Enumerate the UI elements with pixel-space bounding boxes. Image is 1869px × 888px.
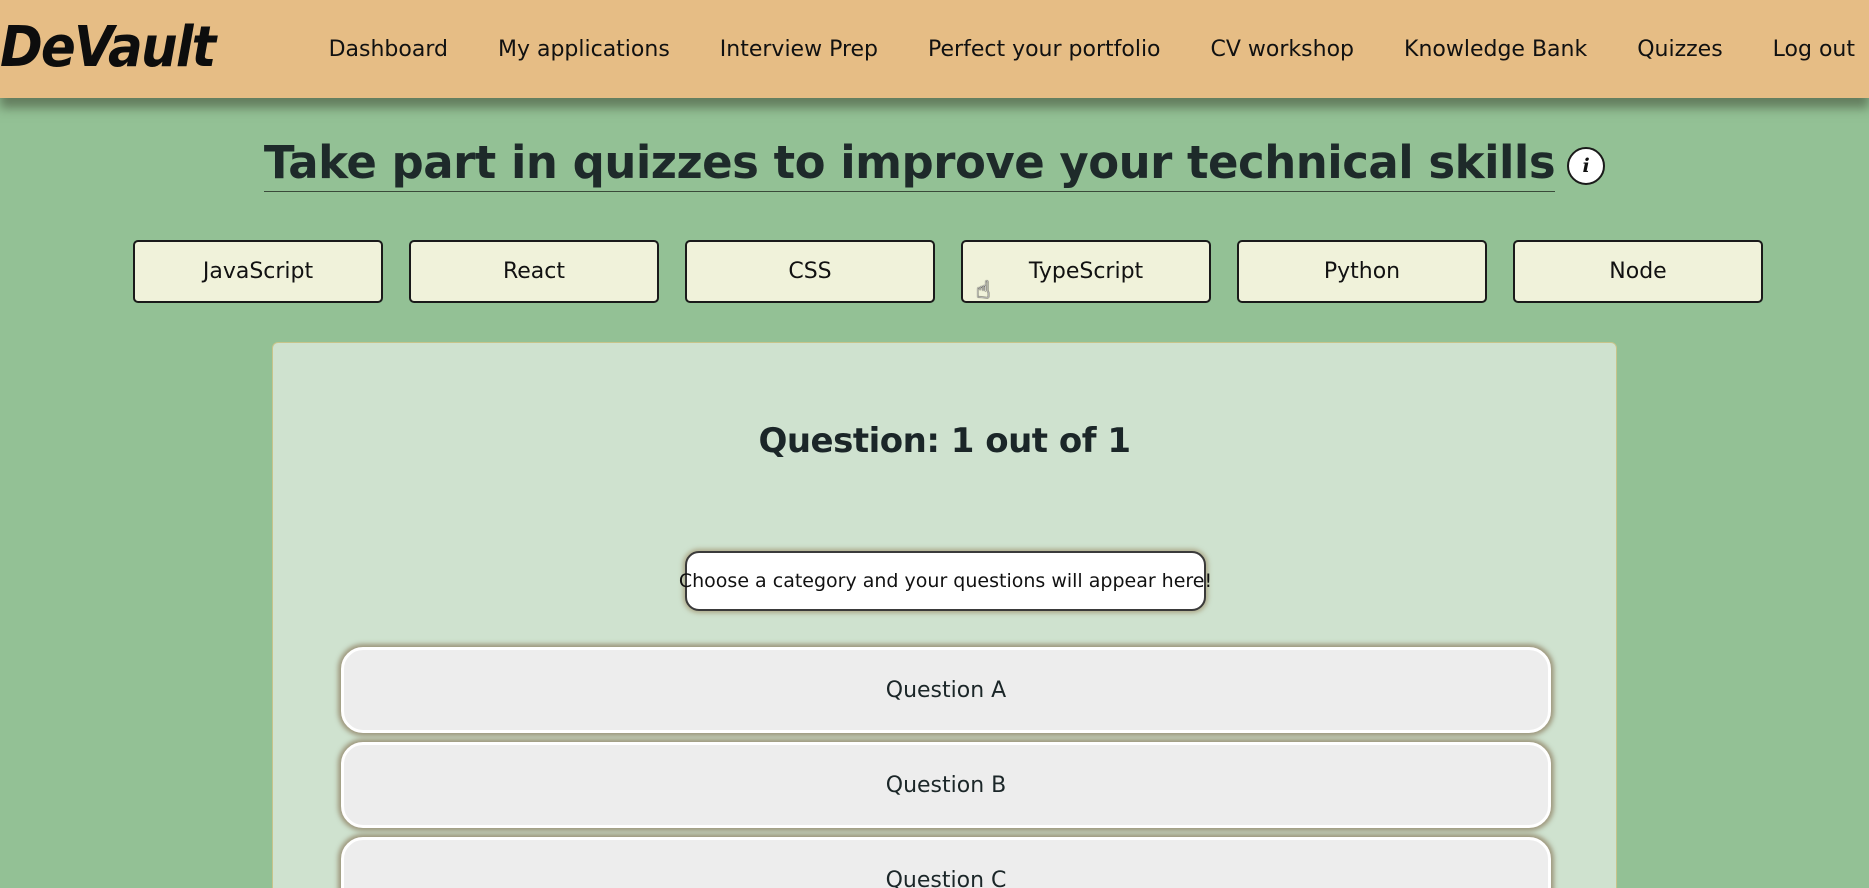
- nav-dashboard[interactable]: Dashboard: [329, 37, 448, 62]
- nav-perfect-portfolio[interactable]: Perfect your portfolio: [928, 37, 1161, 62]
- nav-links: Dashboard My applications Interview Prep…: [329, 0, 1855, 98]
- category-buttons: JavaScript React CSS TypeScript Python N…: [133, 240, 1763, 303]
- category-python-button[interactable]: Python: [1237, 240, 1487, 303]
- nav-quizzes[interactable]: Quizzes: [1637, 37, 1722, 62]
- navbar: DeVault Dashboard My applications Interv…: [0, 0, 1869, 98]
- nav-my-applications[interactable]: My applications: [498, 37, 670, 62]
- title-row: Take part in quizzes to improve your tec…: [0, 136, 1869, 192]
- nav-interview-prep[interactable]: Interview Prep: [720, 37, 878, 62]
- answer-option-c[interactable]: Question C: [341, 837, 1551, 888]
- page-title: Take part in quizzes to improve your tec…: [263, 136, 1556, 192]
- question-text: Choose a category and your questions wil…: [679, 551, 1212, 611]
- category-node-button[interactable]: Node: [1513, 240, 1763, 303]
- category-react-button[interactable]: React: [409, 240, 659, 303]
- category-typescript-button[interactable]: TypeScript: [961, 240, 1211, 303]
- devault-logo[interactable]: DeVault: [0, 14, 216, 82]
- category-css-button[interactable]: CSS: [685, 240, 935, 303]
- question-counter: Question: 1 out of 1: [758, 421, 1131, 461]
- nav-log-out[interactable]: Log out: [1773, 37, 1855, 62]
- quiz-panel: Question: 1 out of 1 Choose a category a…: [272, 342, 1617, 888]
- nav-knowledge-bank[interactable]: Knowledge Bank: [1404, 37, 1587, 62]
- category-javascript-button[interactable]: JavaScript: [133, 240, 383, 303]
- answer-option-a[interactable]: Question A: [341, 647, 1551, 733]
- nav-cv-workshop[interactable]: CV workshop: [1211, 37, 1354, 62]
- info-icon[interactable]: i: [1567, 147, 1606, 185]
- hand-pointer-cursor-icon: ☝: [976, 276, 991, 304]
- answer-option-b[interactable]: Question B: [341, 742, 1551, 828]
